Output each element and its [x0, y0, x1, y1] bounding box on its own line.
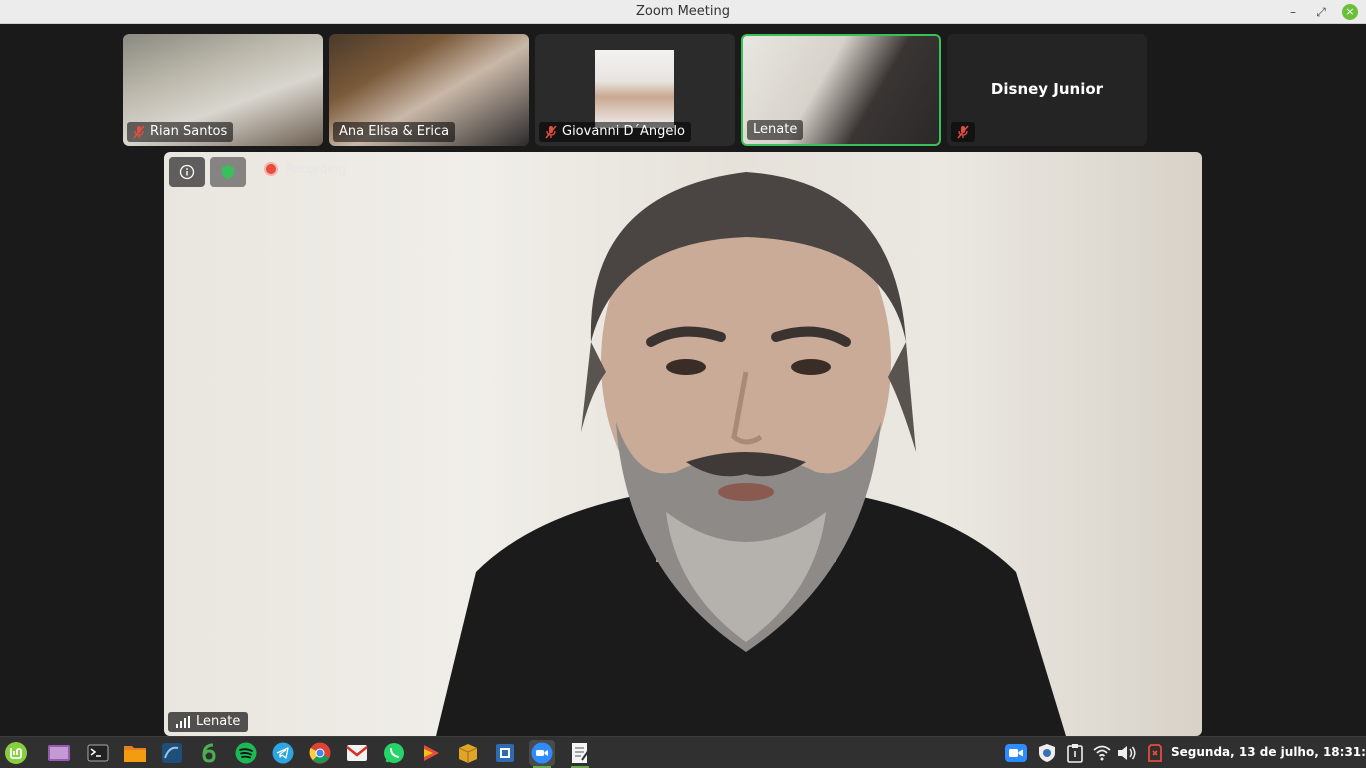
participant-profile-picture [595, 50, 674, 128]
shield-tray-icon[interactable] [1036, 742, 1058, 764]
flow-app-icon[interactable] [418, 740, 444, 766]
package-icon[interactable] [455, 740, 481, 766]
mic-muted-icon [957, 125, 969, 139]
window-title: Zoom Meeting [635, 4, 731, 19]
clipboard-tray-icon[interactable] [1064, 742, 1086, 764]
title-bar: Zoom Meeting – ⤢ × [0, 0, 1366, 24]
speaker-video-frame [436, 172, 1066, 736]
signal-strength-icon [176, 716, 190, 728]
taskbar: Segunda, 13 de julho, 18:31:35 [0, 736, 1366, 768]
power-icon[interactable] [1144, 742, 1166, 764]
participant-tile[interactable]: Disney Junior [947, 34, 1147, 146]
participant-name: Ana Elisa & Erica [339, 124, 450, 139]
chrome-icon[interactable] [307, 740, 333, 766]
info-icon [179, 164, 195, 180]
participant-name: Lenate [753, 122, 798, 137]
speaker-name-tag: Lenate [168, 712, 249, 732]
minimize-button[interactable]: – [1284, 3, 1302, 21]
meeting-area: Rian Santos Ana Elisa & Erica Giovanni D… [0, 24, 1366, 736]
gmail-icon[interactable] [344, 740, 370, 766]
spotify-icon[interactable] [233, 740, 259, 766]
participant-name-tag: Lenate [747, 120, 804, 140]
wifi-icon[interactable] [1091, 742, 1113, 764]
virtualbox-icon[interactable] [492, 740, 518, 766]
speaker-name: Lenate [196, 714, 241, 729]
mic-muted-icon [133, 125, 145, 139]
show-desktop-icon[interactable] [46, 740, 72, 766]
files-icon[interactable] [122, 740, 148, 766]
six-app-icon[interactable] [196, 740, 222, 766]
record-icon [264, 162, 278, 176]
participant-name: Giovanni D´Angelo [562, 124, 685, 139]
zoom-app-icon[interactable] [529, 740, 555, 768]
participant-name-tag: Giovanni D´Angelo [539, 122, 691, 142]
terminal-icon[interactable] [85, 740, 111, 766]
mic-muted-icon [545, 125, 557, 139]
participant-tile-active[interactable]: Lenate [741, 34, 941, 146]
zoom-tray-icon[interactable] [1005, 742, 1027, 764]
participant-tile[interactable]: Ana Elisa & Erica [329, 34, 529, 146]
shield-icon [222, 165, 234, 179]
recording-indicator: Recording [264, 162, 346, 176]
active-speaker-video: Recording Lenate [164, 152, 1202, 736]
participant-name-placeholder: Disney Junior [990, 80, 1104, 98]
telegram-icon[interactable] [270, 740, 296, 766]
mint-menu-icon[interactable] [3, 740, 29, 766]
clock[interactable]: Segunda, 13 de julho, 18:31:35 [1171, 745, 1366, 759]
mysql-workbench-icon[interactable] [159, 740, 185, 766]
text-editor-icon[interactable] [567, 740, 593, 768]
participant-tile[interactable]: Rian Santos [123, 34, 323, 146]
close-button[interactable]: × [1342, 4, 1358, 20]
volume-icon[interactable] [1116, 742, 1138, 764]
participant-name-tag: Rian Santos [127, 122, 234, 142]
participant-name-tag: Ana Elisa & Erica [333, 122, 456, 142]
whatsapp-icon[interactable] [381, 740, 407, 766]
participant-name: Rian Santos [150, 124, 228, 139]
maximize-button[interactable]: ⤢ [1312, 3, 1330, 21]
participant-name-tag [951, 122, 975, 142]
meeting-info-button[interactable] [169, 157, 205, 187]
participant-tile[interactable]: Giovanni D´Angelo [535, 34, 735, 146]
recording-label: Recording [286, 162, 347, 176]
encryption-shield-button[interactable] [210, 157, 246, 187]
